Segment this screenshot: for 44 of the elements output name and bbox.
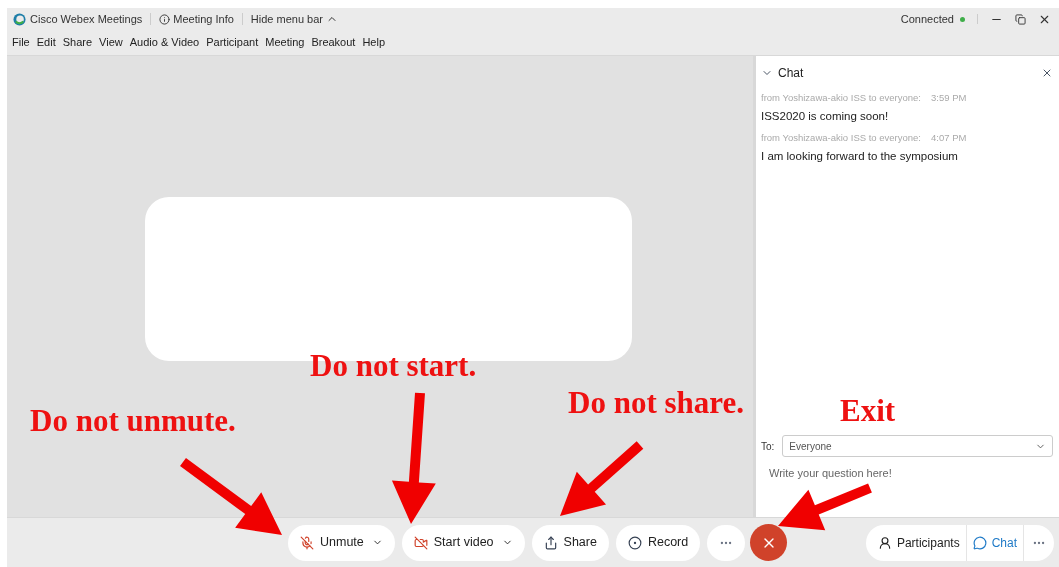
chat-bubble-icon xyxy=(972,535,987,550)
menu-item[interactable]: Breakout xyxy=(311,34,356,51)
leave-button[interactable] xyxy=(750,524,788,561)
panel-tab[interactable]: Participants xyxy=(871,524,967,561)
annotation-text: Do not share. xyxy=(568,387,744,418)
panel-tab[interactable]: Chat xyxy=(966,524,1024,561)
toolbar-button[interactable]: Record xyxy=(615,524,701,561)
message-time: 3:59 PM xyxy=(931,90,967,105)
menu-item[interactable]: Help xyxy=(362,34,386,51)
toolbar-button[interactable]: Share xyxy=(531,524,609,561)
annotation-text: Do not unmute. xyxy=(30,405,236,436)
upload-icon xyxy=(543,535,558,550)
menu-item[interactable]: View xyxy=(99,34,123,51)
app-logo-icon xyxy=(13,12,26,26)
menu-item[interactable]: Share xyxy=(62,34,93,51)
close-icon[interactable] xyxy=(1041,67,1053,79)
chat-input[interactable]: Write your question here! xyxy=(761,461,1053,511)
record-icon xyxy=(627,535,642,550)
app-title: Cisco Webex Meetings xyxy=(30,11,143,27)
menu-item[interactable]: File xyxy=(12,34,30,51)
message-text: ISS2020 is coming soon! xyxy=(761,109,890,124)
message-sender: from Yoshizawa-akio ISS to everyone: xyxy=(761,90,921,105)
recipient-dropdown[interactable]: Everyone xyxy=(782,435,1053,457)
message-sender: from Yoshizawa-akio ISS to everyone: xyxy=(761,130,921,145)
menu-item[interactable]: Participant xyxy=(206,34,259,51)
message-time: 4:07 PM xyxy=(931,130,967,145)
person-icon xyxy=(877,535,892,550)
chat-title: Chat xyxy=(778,65,804,82)
menu-item[interactable]: Meeting xyxy=(265,34,305,51)
info-icon xyxy=(159,13,171,25)
menu-item[interactable]: Audio & Video xyxy=(129,34,200,51)
hide-menu-bar-button[interactable]: Hide menu bar xyxy=(250,10,338,28)
menu-item[interactable]: Edit xyxy=(36,34,56,51)
to-label: To: xyxy=(761,439,775,454)
toolbar-button[interactable]: Start video xyxy=(401,524,525,561)
video-off-icon xyxy=(413,535,428,550)
annotation-text: Exit xyxy=(840,395,896,426)
message-text: I am looking forward to the symposium xyxy=(761,149,959,164)
annotation-text: Do not start. xyxy=(310,350,477,381)
restore-icon[interactable] xyxy=(1015,13,1026,25)
toolbar-button[interactable]: Unmute xyxy=(288,524,395,561)
connection-status: Connected xyxy=(900,11,954,27)
meeting-info-button[interactable]: Meeting Info xyxy=(159,10,234,28)
mic-off-icon xyxy=(300,535,314,550)
